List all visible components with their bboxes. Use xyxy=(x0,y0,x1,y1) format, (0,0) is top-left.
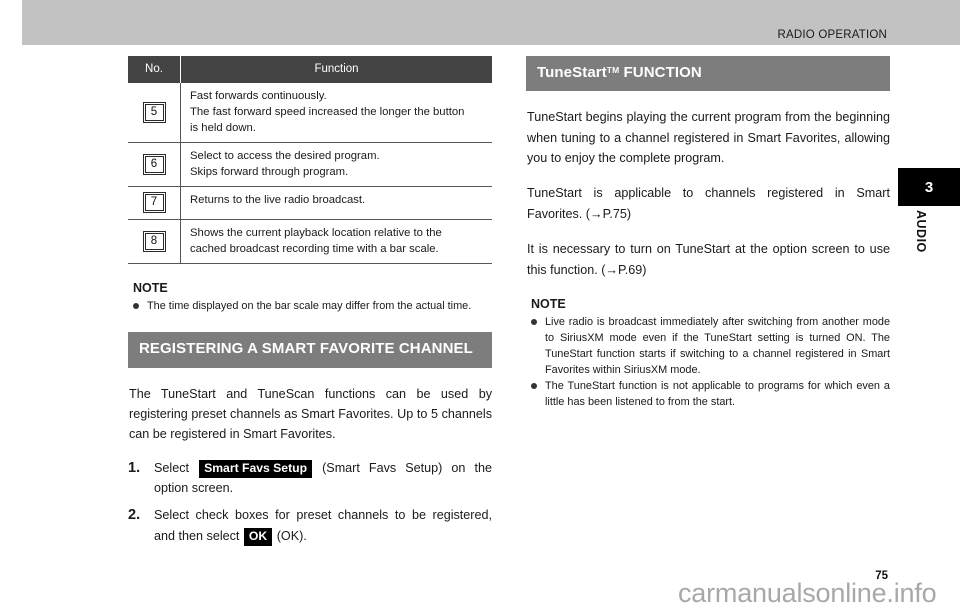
section-heading-text: TuneStart xyxy=(537,64,607,81)
function-line: Returns to the live radio broadcast. xyxy=(190,194,366,207)
note-title-right: NOTE xyxy=(531,296,566,311)
section-heading-registering: REGISTERING A SMART FAVORITE CHANNEL xyxy=(128,332,492,368)
number-badge: 8 xyxy=(142,230,166,252)
number-badge: 6 xyxy=(142,153,166,175)
number-badge-label: 7 xyxy=(144,194,164,212)
function-line: Fast forwards continuously. xyxy=(190,90,327,102)
note-title-left: NOTE xyxy=(133,281,168,296)
running-header-title: RADIO OPERATION xyxy=(777,29,887,41)
ui-key-ok[interactable]: OK xyxy=(243,527,273,547)
note-item: The time displayed on the bar scale may … xyxy=(133,298,492,314)
function-table-head: No. Function xyxy=(128,56,492,83)
step-number: 1. xyxy=(128,459,141,476)
watermark: carmanualsonline.info xyxy=(678,578,937,608)
note-list-right: Live radio is broadcast immediately afte… xyxy=(526,314,890,410)
function-table: No. Function 5 Fast forwards continuousl… xyxy=(128,56,492,265)
note-item-text: The time displayed on the bar scale may … xyxy=(147,300,472,313)
note-item-text: Live radio is broadcast immediately afte… xyxy=(545,315,890,377)
function-line: Shows the current playback location rela… xyxy=(190,227,442,240)
row-function-cell: Returns to the live radio broadcast. xyxy=(180,186,492,220)
right-column: TuneStartTM FUNCTION TuneStart begins pl… xyxy=(526,56,890,410)
left-column: No. Function 5 Fast forwards continuousl… xyxy=(128,56,492,553)
table-row: 5 Fast forwards continuously. The fast f… xyxy=(128,83,492,143)
note-list-left: The time displayed on the bar scale may … xyxy=(128,298,492,314)
bullet-icon xyxy=(133,303,139,310)
step-text-after: (OK). xyxy=(276,528,307,543)
function-line: is held down. xyxy=(190,122,256,135)
paragraph: TuneStart begins playing the current pro… xyxy=(527,110,890,166)
step-number: 2. xyxy=(128,507,141,524)
function-line: Select to access the desired program. xyxy=(190,150,380,163)
function-line: The fast forward speed increased the lon… xyxy=(190,106,465,119)
table-header-row: No. Function xyxy=(128,56,492,83)
list-item: 2. Select check boxes for preset channels… xyxy=(128,505,492,547)
row-number-cell: 8 xyxy=(128,219,181,265)
row-function-cell: Shows the current playback location rela… xyxy=(180,219,492,265)
row-function-cell: Select to access the desired program. Sk… xyxy=(180,142,492,187)
row-number-cell: 6 xyxy=(128,142,181,187)
number-badge-label: 5 xyxy=(144,103,164,121)
column-header-function: Function xyxy=(180,56,492,83)
chapter-tab-number: 3 xyxy=(898,168,960,206)
paragraph: TuneStart is applicable to channels regi… xyxy=(527,186,890,221)
section-heading-tunestart: TuneStartTM FUNCTION xyxy=(526,56,890,92)
function-table-body: 5 Fast forwards continuously. The fast f… xyxy=(128,83,492,265)
row-function-cell: Fast forwards continuously. The fast for… xyxy=(181,83,493,143)
number-badge: 5 xyxy=(142,101,166,123)
number-badge: 7 xyxy=(142,192,166,214)
table-row: 7 Returns to the live radio broadcast. xyxy=(128,186,492,220)
chapter-tab-label: AUDIO xyxy=(914,210,928,253)
note-item: Live radio is broadcast immediately afte… xyxy=(531,314,890,378)
paragraph: It is necessary to turn on TuneStart at … xyxy=(527,242,890,277)
intro-paragraph: The TuneStart and TuneScan functions can… xyxy=(129,386,492,442)
row-number-cell: 5 xyxy=(128,83,181,143)
note-item: The TuneStart function is not applicable… xyxy=(531,378,890,410)
note-item-text: The TuneStart function is not applicable… xyxy=(545,380,890,409)
row-number-cell: 7 xyxy=(128,186,181,220)
column-header-no: No. xyxy=(128,56,181,83)
bullet-icon xyxy=(531,383,537,390)
number-badge-label: 8 xyxy=(144,232,164,250)
table-row: 6 Select to access the desired program. … xyxy=(128,142,492,187)
table-row: 8 Shows the current playback location re… xyxy=(128,219,492,265)
function-line: Skips forward through program. xyxy=(190,166,349,179)
trademark-mark: TM xyxy=(606,65,620,75)
step-text-before: Select xyxy=(154,460,190,475)
section-heading-tail: FUNCTION xyxy=(619,64,702,81)
number-badge-label: 6 xyxy=(144,155,164,173)
list-item: 1. Select Smart Favs Setup (Smart Favs Se… xyxy=(128,458,492,499)
step-text-before: Select check boxes for preset channels t… xyxy=(154,508,492,543)
step-list: 1. Select Smart Favs Setup (Smart Favs Se… xyxy=(128,458,492,547)
ui-key-smart-favs-setup[interactable]: Smart Favs Setup xyxy=(199,459,313,478)
bullet-icon xyxy=(531,318,537,325)
function-line: cached broadcast recording time with a b… xyxy=(190,243,439,256)
